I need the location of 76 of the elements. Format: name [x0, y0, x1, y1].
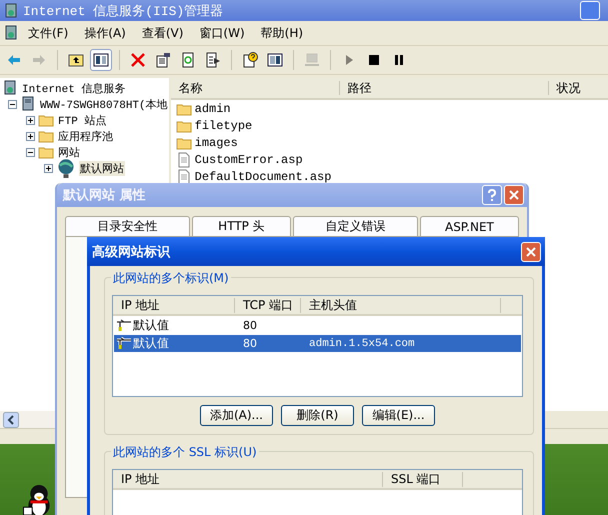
network-icon [116, 336, 132, 350]
group-label: 此网站的多个 SSL 标识(U) [111, 444, 259, 461]
network-icon [116, 318, 132, 332]
file-name[interactable]: admin [194, 102, 231, 116]
ip-address: 默认值 [133, 317, 169, 334]
iis-icon [2, 80, 18, 96]
tree-item[interactable]: FTP 站点 [57, 112, 108, 128]
tree-pane-icon [93, 52, 109, 68]
menu-item[interactable]: 帮助(H) [254, 22, 310, 44]
server-icon [20, 96, 36, 112]
tree-item[interactable]: Internet 信息服务 [21, 80, 126, 96]
iis-icon [3, 25, 19, 41]
help-icon [487, 189, 497, 201]
file-name[interactable]: images [194, 136, 238, 150]
dialog-button[interactable]: 添加(A)... [200, 405, 273, 426]
iis-icon [3, 2, 19, 18]
tab[interactable]: 目录安全性 [65, 216, 190, 236]
window-title: Internet 信息服务(IIS)管理器 [23, 2, 224, 20]
file-name[interactable]: filetype [194, 118, 252, 132]
column-header[interactable]: TCP 端口 [235, 298, 301, 312]
menu-item[interactable]: 查看(V) [134, 22, 190, 44]
column-header[interactable]: IP 地址 [113, 298, 235, 312]
panel-icon [267, 52, 283, 68]
tree-item[interactable]: 应用程序池 [57, 128, 114, 144]
menu-item[interactable]: 窗口(W) [192, 22, 252, 44]
right-arrow-icon [31, 52, 47, 68]
tab[interactable]: HTTP 头 [192, 216, 291, 236]
menu-item[interactable]: 操作(A) [77, 22, 133, 44]
expander-icon[interactable] [26, 116, 35, 124]
dialog-button[interactable]: 编辑(E)... [362, 405, 435, 426]
expander-icon[interactable] [26, 132, 35, 140]
stop-icon [366, 52, 382, 68]
column-header[interactable]: IP 地址 [113, 472, 383, 486]
host-header: admin.1.5x54.com [308, 338, 415, 350]
document-icon [176, 168, 192, 184]
column-header[interactable]: 状况 [548, 81, 608, 95]
tree-item[interactable]: 网站 [57, 144, 81, 160]
tree-item[interactable]: WWW-7SWGH8078HT(本地 [39, 96, 169, 112]
identity-row[interactable]: 默认值 80 [114, 317, 521, 334]
column-header[interactable]: 路径 [340, 81, 549, 95]
computer-icon [304, 52, 320, 68]
column-header[interactable]: 名称 [170, 81, 340, 95]
column-header[interactable]: SSL 端口 [383, 472, 463, 486]
tree-item[interactable]: 默认网站 [79, 160, 125, 176]
file-name[interactable]: CustomError.asp [194, 152, 303, 166]
dialog-button[interactable]: 删除(R) [281, 405, 354, 426]
close-button[interactable] [504, 185, 524, 205]
tab[interactable]: ASP.NET [420, 216, 519, 236]
group-label: 此网站的多个标识(M) [111, 270, 231, 287]
export-icon [205, 52, 221, 68]
delete-icon [130, 52, 146, 68]
expander-icon[interactable] [8, 100, 17, 108]
tab[interactable]: 自定义错误 [293, 216, 418, 236]
tree-button[interactable] [90, 49, 112, 71]
tcp-port: 80 [242, 319, 258, 332]
refresh-icon [180, 52, 196, 68]
help-icon [242, 52, 258, 68]
dialog-title: 高级网站标识 [92, 244, 170, 260]
expander-icon[interactable] [44, 164, 53, 172]
dialog-title: 默认网站 属性 [63, 187, 146, 204]
file-name[interactable]: DefaultDocument.asp [194, 170, 332, 184]
identity-row[interactable]: 默认值 80 admin.1.5x54.com [114, 335, 521, 352]
scroll-left-icon[interactable] [3, 412, 19, 428]
document-icon [176, 152, 192, 168]
properties-icon [155, 52, 171, 68]
globe-icon [56, 158, 76, 178]
expander-icon[interactable] [26, 148, 35, 156]
menu-item[interactable]: 文件(F) [21, 22, 76, 44]
ip-address: 默认值 [133, 335, 169, 352]
folder-up-icon [68, 52, 84, 68]
minimize-button[interactable] [580, 1, 600, 20]
tcp-port: 80 [242, 337, 258, 350]
close-icon [509, 190, 519, 200]
close-button[interactable] [521, 242, 541, 262]
column-header[interactable]: 主机头值 [301, 298, 501, 312]
close-icon [526, 246, 536, 256]
